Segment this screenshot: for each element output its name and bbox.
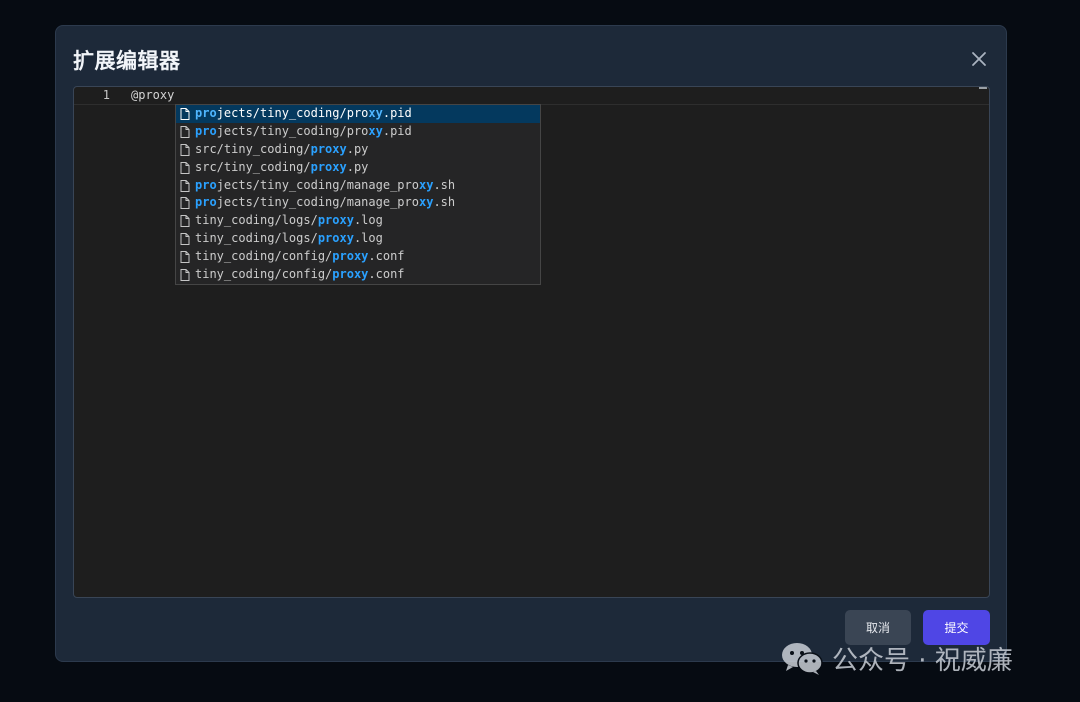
file-icon — [180, 251, 190, 264]
code-editor[interactable]: 1 @proxy projects/tiny_coding/proxy.pid p… — [73, 86, 990, 598]
suggestion-text: .log — [353, 231, 383, 246]
suggestion-text: src/tiny_coding/ — [195, 141, 311, 156]
watermark-text: 公众号 · 祝威廉 — [832, 645, 1013, 676]
match-highlight: xy — [368, 123, 383, 138]
suggestion-text: .py — [346, 159, 369, 174]
suggestion-item[interactable]: tiny_coding/logs/proxy.log — [176, 230, 540, 248]
suggestion-text: .py — [346, 141, 369, 156]
file-icon — [180, 233, 190, 246]
suggestion-text: tiny_coding/config/ — [195, 249, 333, 264]
match-highlight: proxy — [332, 267, 369, 282]
match-highlight: proxy — [310, 141, 347, 156]
suggestion-label: projects/tiny_coding/manage_proxy.sh — [195, 177, 455, 195]
suggestion-label: tiny_coding/config/proxy.conf — [195, 248, 405, 266]
suggestion-text: jects/tiny_coding/pro — [216, 106, 369, 120]
suggestion-item[interactable]: tiny_coding/config/proxy.conf — [176, 266, 540, 284]
match-highlight: pro — [195, 195, 217, 210]
match-highlight: xy — [418, 177, 434, 192]
suggestion-label: tiny_coding/logs/proxy.log — [195, 212, 383, 230]
autocomplete-suggestions: projects/tiny_coding/proxy.pid projects/t… — [175, 104, 541, 285]
suggestion-label: projects/tiny_coding/proxy.pid — [195, 105, 412, 123]
suggestion-text: .sh — [433, 177, 456, 192]
suggestion-item[interactable]: src/tiny_coding/proxy.py — [176, 141, 540, 159]
suggestion-text: tiny_coding/logs/ — [195, 213, 318, 228]
match-highlight: pro — [195, 106, 217, 120]
file-icon — [180, 108, 190, 120]
file-icon — [180, 161, 190, 174]
suggestion-text: src/tiny_coding/ — [195, 159, 311, 174]
match-highlight: proxy — [310, 159, 347, 174]
suggestion-item[interactable]: projects/tiny_coding/proxy.pid — [176, 105, 540, 123]
match-highlight: proxy — [317, 213, 354, 228]
suggestion-item[interactable]: tiny_coding/logs/proxy.log — [176, 212, 540, 230]
suggestion-text: .pid — [382, 106, 412, 120]
watermark: 公众号 · 祝威廉 — [780, 640, 1013, 676]
suggestion-text: .log — [353, 213, 383, 228]
file-icon — [180, 215, 190, 228]
suggestion-label: projects/tiny_coding/proxy.pid — [195, 123, 412, 141]
match-highlight: xy — [418, 195, 434, 210]
scrollbar-marker[interactable] — [979, 87, 987, 89]
code-text[interactable]: @proxy — [131, 88, 174, 102]
suggestion-text: tiny_coding/logs/ — [195, 231, 318, 246]
suggestion-text: .sh — [433, 195, 456, 210]
wechat-icon — [782, 643, 823, 675]
suggestion-item[interactable]: projects/tiny_coding/manage_proxy.sh — [176, 177, 540, 195]
dialog-title: 扩展编辑器 — [73, 49, 181, 73]
match-highlight: pro — [195, 177, 217, 192]
file-icon — [180, 269, 190, 282]
line-number: 1 — [102, 88, 110, 102]
editor-current-line[interactable]: 1 @proxy — [74, 87, 989, 105]
extension-editor-dialog: 扩展编辑器 1 @proxy projects/tiny_coding/prox… — [55, 25, 1007, 662]
close-button[interactable] — [968, 48, 990, 70]
file-icon — [180, 197, 190, 210]
match-highlight: proxy — [332, 249, 369, 264]
suggestion-text: jects/tiny_coding/pro — [216, 123, 369, 138]
file-icon — [180, 179, 190, 192]
suggestion-text: .conf — [368, 267, 405, 282]
match-highlight: xy — [368, 106, 383, 120]
file-icon — [180, 143, 190, 156]
match-highlight: pro — [195, 123, 217, 138]
suggestion-label: tiny_coding/config/proxy.conf — [195, 266, 405, 284]
suggestion-text: tiny_coding/config/ — [195, 267, 333, 282]
suggestion-text: jects/tiny_coding/manage_pro — [216, 195, 419, 210]
suggestion-label: tiny_coding/logs/proxy.log — [195, 230, 383, 248]
match-highlight: proxy — [317, 231, 354, 246]
close-icon — [972, 52, 986, 66]
suggestion-item[interactable]: src/tiny_coding/proxy.py — [176, 159, 540, 177]
suggestion-text: .pid — [382, 123, 412, 138]
file-icon — [180, 125, 190, 138]
suggestion-item[interactable]: projects/tiny_coding/proxy.pid — [176, 123, 540, 141]
suggestion-label: projects/tiny_coding/manage_proxy.sh — [195, 194, 455, 212]
suggestion-text: jects/tiny_coding/manage_pro — [216, 177, 419, 192]
suggestion-item[interactable]: tiny_coding/config/proxy.conf — [176, 248, 540, 266]
suggestion-label: src/tiny_coding/proxy.py — [195, 159, 368, 177]
suggestion-text: .conf — [368, 249, 405, 264]
suggestion-label: src/tiny_coding/proxy.py — [195, 141, 368, 159]
suggestion-item[interactable]: projects/tiny_coding/manage_proxy.sh — [176, 194, 540, 212]
